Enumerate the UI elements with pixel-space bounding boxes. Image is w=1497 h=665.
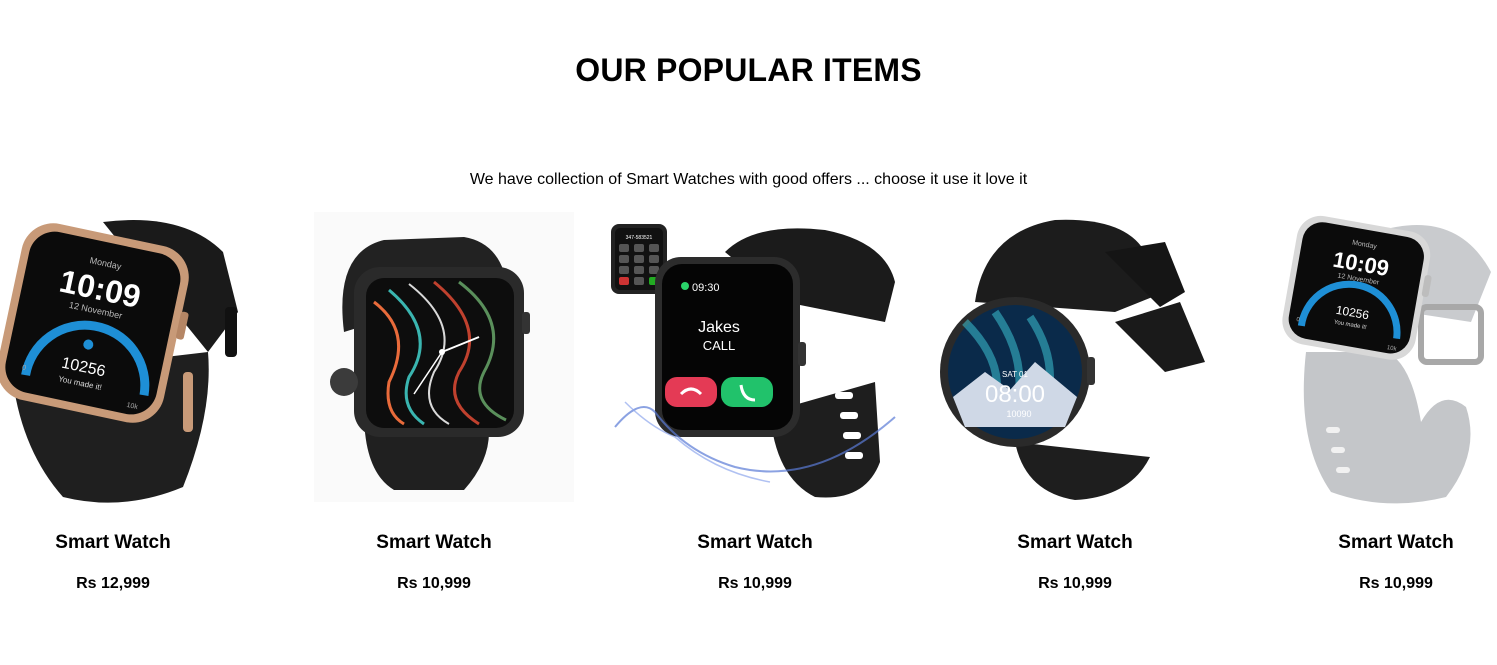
product-name[interactable]: Smart Watch [274, 532, 594, 554]
screen-time: 08:00 [985, 381, 1045, 408]
product-name[interactable]: Smart Watch [595, 532, 915, 554]
screen-date: SAT 01 [1002, 370, 1028, 379]
product-card[interactable]: 347-583521 09:30 Jakes CALL Smart Watch … [595, 212, 915, 612]
caller-name: Jakes [698, 319, 740, 336]
section-title: OUR POPULAR ITEMS [575, 52, 922, 88]
section-subtitle: We have collection of Smart Watches with… [469, 171, 1028, 188]
product-name[interactable]: Smart Watch [915, 532, 1235, 554]
product-price: Rs 10,999 [397, 575, 471, 592]
watch-rose-gold-icon[interactable]: Monday 10:09 12 November 10256 You made … [0, 212, 273, 507]
product-card[interactable]: Smart Watch Rs 10,999 [274, 212, 594, 612]
product-price: Rs 10,999 [1359, 575, 1433, 592]
product-price: Rs 10,999 [718, 575, 792, 592]
screen-time: 09:30 [692, 282, 720, 294]
product-price: Rs 10,999 [1038, 575, 1112, 592]
decline-call-button[interactable] [665, 377, 717, 407]
product-card[interactable]: SAT 01 08:00 10090 Smart Watch Rs 10,999 [915, 212, 1235, 612]
accept-call-button[interactable] [721, 377, 773, 407]
product-name[interactable]: Smart Watch [1236, 532, 1497, 554]
dial-number: 347-583521 [626, 235, 653, 241]
product-card[interactable]: Monday 10:09 12 November 10256 You made … [1236, 212, 1497, 612]
call-status: CALL [703, 338, 736, 353]
watch-black-analog-icon[interactable] [274, 212, 594, 507]
watch-call-splash-icon[interactable]: 347-583521 09:30 Jakes CALL [595, 212, 915, 507]
product-price: Rs 12,999 [76, 575, 150, 592]
product-name[interactable]: Smart Watch [0, 532, 273, 554]
watch-round-aurora-icon[interactable]: SAT 01 08:00 10090 [915, 212, 1235, 507]
screen-steps: 10090 [1006, 409, 1031, 419]
product-card[interactable]: Monday 10:09 12 November 10256 You made … [0, 212, 273, 612]
watch-silver-icon[interactable]: Monday 10:09 12 November 10256 You made … [1236, 212, 1497, 507]
